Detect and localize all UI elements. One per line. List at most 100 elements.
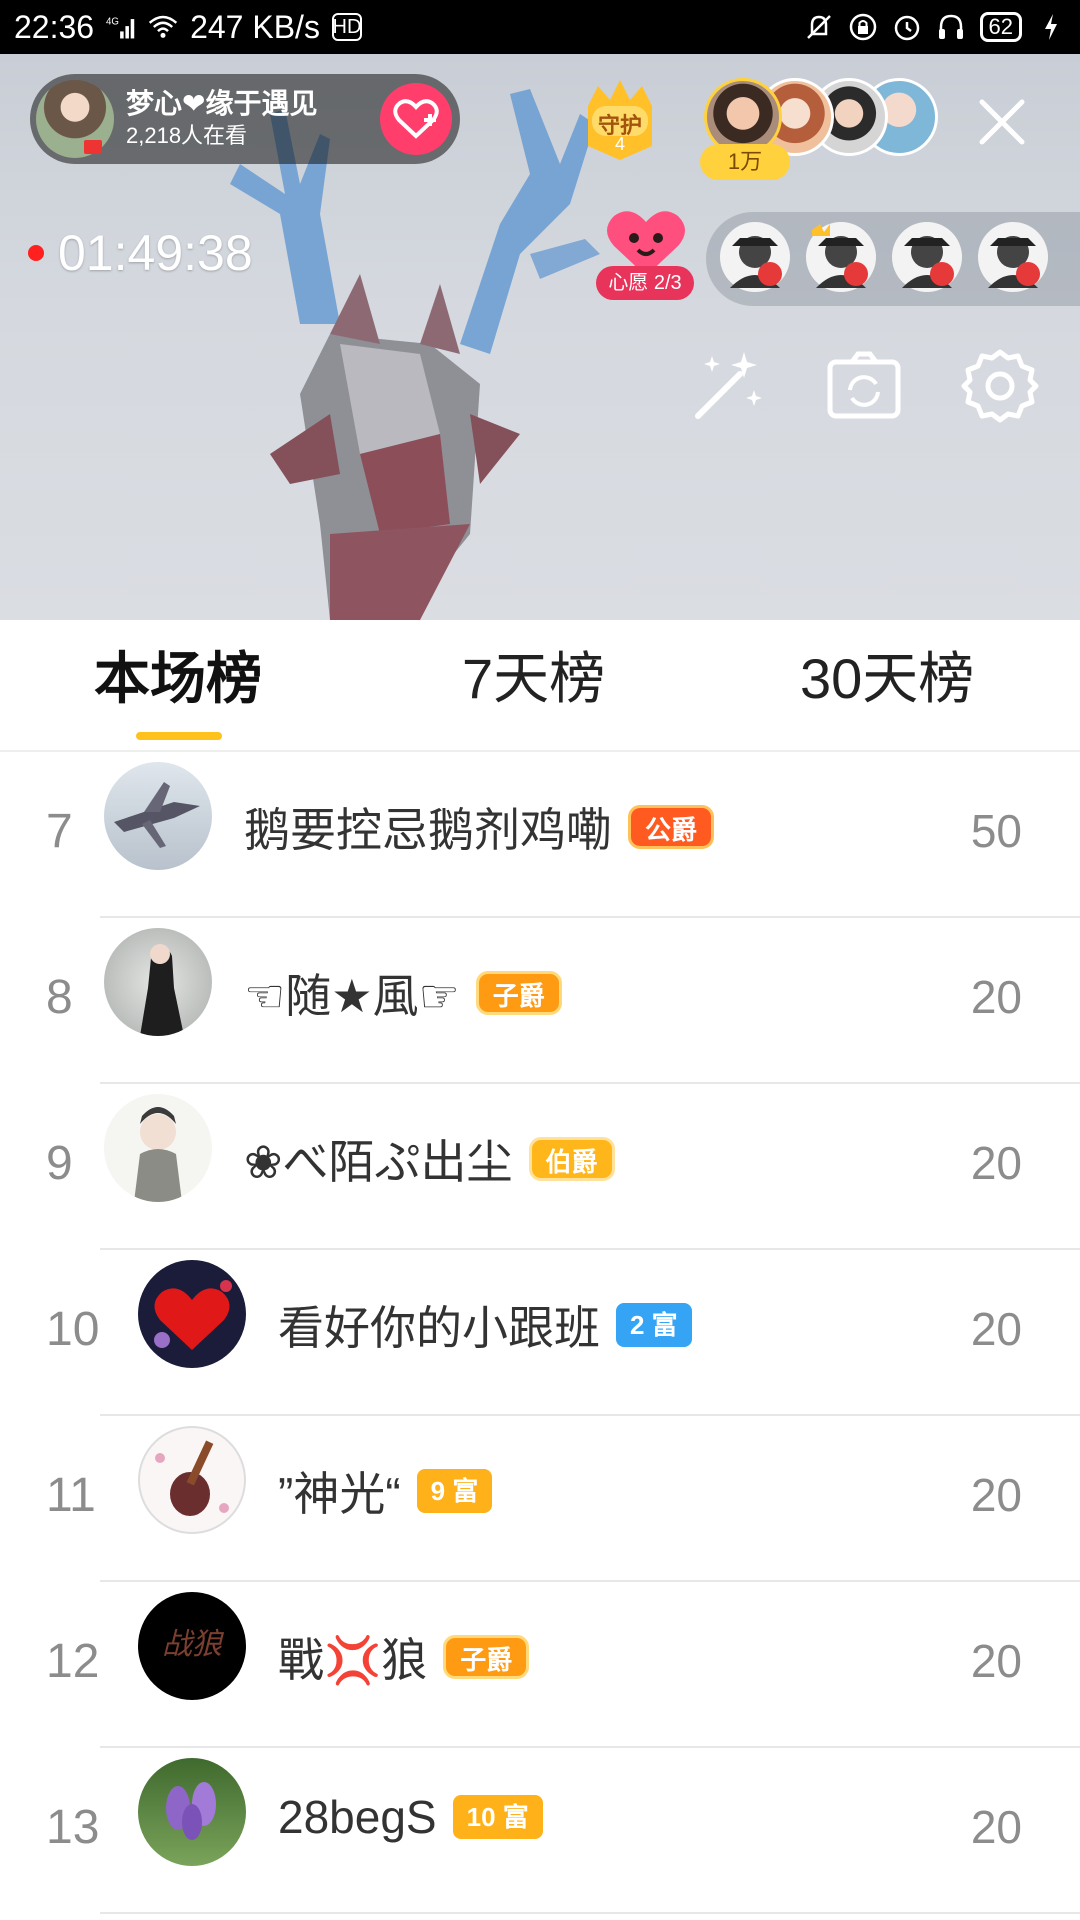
guest-seat-4[interactable] — [978, 222, 1048, 292]
timer-text: 01:49:38 — [58, 225, 253, 281]
settings-button[interactable] — [960, 346, 1040, 426]
contribution-tag: 1万 — [700, 144, 790, 180]
charging-icon — [1036, 12, 1066, 42]
avatar[interactable]: 战狼 — [138, 1592, 246, 1700]
list-item[interactable]: 7 鹅要控忌鹅剂鸡嘞 公爵 50 — [0, 754, 1080, 918]
user-name-text: ☜随★風☞ — [244, 970, 460, 1022]
tab-30-days[interactable]: 30天榜 — [800, 644, 974, 714]
mystery-user-icon — [730, 236, 782, 288]
ranking-list[interactable]: 7 鹅要控忌鹅剂鸡嘞 公爵 50 8 ☜随★風☞ 子爵 20 9 ❀べ陌ぷ出尘 … — [0, 754, 1080, 1920]
user-name-text: ”神光“ — [278, 1468, 401, 1520]
rank-badge: 2 富 — [616, 1303, 692, 1347]
score: 20 — [970, 1801, 1022, 1853]
avatar[interactable] — [104, 762, 212, 870]
svg-text:战狼: 战狼 — [162, 1627, 225, 1662]
guest-seat-2[interactable] — [806, 222, 876, 292]
user-name: 28begS 10 富 — [278, 1790, 543, 1844]
list-item[interactable]: 12 战狼 戰💢狼 子爵 20 — [0, 1584, 1080, 1748]
magic-wand-icon — [695, 352, 762, 419]
hd-icon: HD — [331, 13, 362, 41]
divider — [100, 1580, 1080, 1582]
score: 20 — [970, 971, 1022, 1023]
live-timer: 01:49:38 — [28, 224, 253, 282]
divider — [100, 1248, 1080, 1250]
anchor-text: 梦心❤缘于遇见 2,218人在看 — [126, 87, 317, 151]
rank-badge: 子爵 — [443, 1635, 530, 1679]
viewer-count: 2,218人在看 — [126, 123, 248, 148]
score: 20 — [970, 1303, 1022, 1355]
tab-7-days[interactable]: 7天榜 — [462, 644, 605, 714]
user-name: ”神光“ 9 富 — [278, 1458, 493, 1524]
close-icon — [979, 99, 1025, 145]
anchor-info-pill[interactable]: 梦心❤缘于遇见 2,218人在看 — [30, 74, 460, 164]
user-name: 戰💢狼 子爵 — [278, 1624, 530, 1690]
list-item[interactable]: 10 看好你的小跟班 2 富 20 — [0, 1252, 1080, 1416]
follow-button[interactable] — [380, 83, 452, 155]
divider — [100, 1746, 1080, 1748]
battery-icon: 62 — [979, 12, 1022, 42]
active-tab-indicator — [136, 732, 222, 740]
switch-camera-icon — [827, 351, 901, 419]
avatar[interactable] — [104, 928, 212, 1036]
status-bar: 22:36 4G 247 KB/s HD 62 — [0, 0, 1080, 54]
guard-count: 4 — [614, 134, 625, 154]
list-item[interactable]: 13 28begS 10 富 20 — [0, 1750, 1080, 1914]
gear-icon — [961, 349, 1039, 423]
status-left: 22:36 4G 247 KB/s HD — [14, 9, 362, 46]
status-right: 62 — [804, 12, 1066, 42]
mystery-user-icon — [988, 236, 1040, 288]
rank-badge: 公爵 — [628, 805, 715, 849]
wifi-icon — [148, 12, 178, 42]
list-item[interactable]: 8 ☜随★風☞ 子爵 20 — [0, 920, 1080, 1084]
network-speed: 247 KB/s — [190, 8, 320, 45]
anchor-name: 梦心❤缘于遇见 — [126, 88, 318, 119]
guard-badge[interactable]: 守护 4 — [578, 76, 662, 162]
rank-badge: 9 富 — [416, 1469, 493, 1513]
lock-icon — [848, 12, 878, 42]
guest-seats[interactable] — [706, 212, 1080, 306]
divider — [100, 916, 1080, 918]
rank-badge: 子爵 — [475, 971, 562, 1015]
score: 20 — [970, 1137, 1022, 1189]
close-button[interactable] — [974, 94, 1030, 150]
avatar[interactable] — [104, 1094, 212, 1202]
mystery-user-icon — [812, 224, 868, 288]
heart-plus-icon — [393, 99, 439, 139]
live-dot-icon — [28, 245, 44, 261]
user-name-text: 戰💢狼 — [278, 1634, 428, 1686]
list-item[interactable]: 11 ”神光“ 9 富 20 — [0, 1418, 1080, 1582]
user-name-text: ❀べ陌ぷ出尘 — [244, 1136, 513, 1188]
tab-current-session[interactable]: 本场榜 — [94, 644, 262, 714]
rank-badge: 10 富 — [452, 1795, 543, 1839]
headphones-icon — [936, 12, 966, 42]
user-name-text: 鹅要控忌鹅剂鸡嘞 — [244, 804, 612, 856]
alarm-icon — [892, 12, 922, 42]
guest-seat-3[interactable] — [892, 222, 962, 292]
avatar[interactable] — [138, 1758, 246, 1866]
clock: 22:36 — [14, 8, 95, 45]
beauty-button[interactable] — [688, 346, 768, 426]
svg-text:4G: 4G — [106, 16, 119, 27]
divider — [100, 1414, 1080, 1416]
avatar[interactable] — [138, 1260, 246, 1368]
user-name-text: 看好你的小跟班 — [278, 1302, 600, 1354]
divider — [100, 1082, 1080, 1084]
anchor-avatar[interactable] — [36, 80, 114, 158]
score: 50 — [970, 805, 1022, 857]
switch-camera-button[interactable] — [824, 346, 904, 426]
score: 20 — [970, 1635, 1022, 1687]
score: 20 — [970, 1469, 1022, 1521]
live-stream-view[interactable]: 梦心❤缘于遇见 2,218人在看 守护 4 1万 01:49:38 心愿 2/3 — [0, 54, 1080, 620]
list-item[interactable]: 9 ❀べ陌ぷ出尘 伯爵 20 — [0, 1086, 1080, 1250]
wish-label[interactable]: 心愿 2/3 — [596, 266, 694, 300]
user-name: ☜随★風☞ 子爵 — [244, 960, 562, 1026]
mystery-user-icon — [902, 236, 954, 288]
signal-icon: 4G — [106, 12, 136, 42]
user-name-text: 28begS — [278, 1791, 437, 1843]
user-name: 鹅要控忌鹅剂鸡嘞 公爵 — [244, 794, 715, 860]
avatar[interactable] — [138, 1426, 246, 1534]
guest-seat-1[interactable] — [720, 222, 790, 292]
ranking-tabs: 本场榜 7天榜 30天榜 — [0, 620, 1080, 752]
user-name: 看好你的小跟班 2 富 — [278, 1292, 692, 1358]
top-viewers[interactable]: 1万 — [700, 78, 940, 188]
